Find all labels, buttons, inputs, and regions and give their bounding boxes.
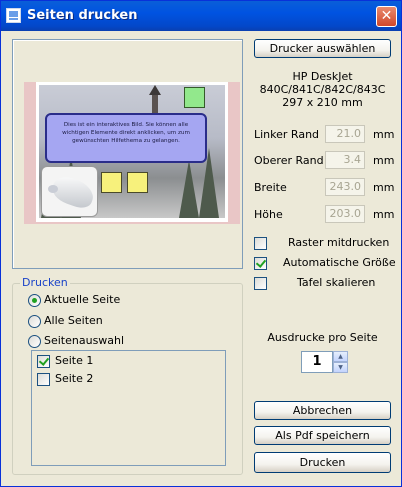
height-label: Höhe: [254, 208, 283, 221]
pages-per-sheet-label: Ausdrucke pro Seite: [267, 331, 378, 344]
radio-aktuelle-seite-label[interactable]: Aktuelle Seite: [44, 293, 120, 306]
printer-model: 840C/841C/842C/843C: [259, 83, 386, 96]
radio-aktuelle-seite[interactable]: [28, 294, 41, 307]
left-margin-unit: mm: [373, 128, 395, 141]
tafel-checkbox[interactable]: [254, 277, 267, 290]
top-margin-label: Oberer Rand: [254, 154, 324, 167]
top-margin-field: 3.4: [325, 151, 365, 169]
spin-up-icon[interactable]: ▲: [333, 351, 348, 362]
autosize-label[interactable]: Automatische Größe: [283, 256, 396, 269]
print-dialog-icon: [6, 8, 21, 23]
raster-label[interactable]: Raster mitdrucken: [288, 236, 389, 249]
select-printer-button[interactable]: Drucker auswählen: [254, 39, 391, 58]
paper-size: 297 x 210 mm: [282, 96, 363, 109]
left-margin-label: Linker Rand: [254, 128, 320, 141]
preview-yellow-square: [101, 172, 122, 193]
height-unit: mm: [373, 208, 395, 221]
close-button[interactable]: ✕: [376, 6, 397, 27]
radio-seitenauswahl-label[interactable]: Seitenauswahl: [44, 334, 124, 347]
width-unit: mm: [373, 181, 395, 194]
page-selection-list[interactable]: [31, 350, 226, 466]
print-button[interactable]: Drucken: [254, 452, 391, 473]
printer-name: HP DeskJet: [292, 70, 353, 83]
radio-seitenauswahl[interactable]: [28, 335, 41, 348]
pages-per-sheet-field[interactable]: 1: [301, 351, 333, 373]
raster-checkbox[interactable]: [254, 237, 267, 250]
top-margin-unit: mm: [373, 154, 395, 167]
page-2-label[interactable]: Seite 2: [55, 372, 93, 385]
cancel-button[interactable]: Abbrechen: [254, 401, 391, 420]
width-label: Breite: [254, 181, 287, 194]
preview-green-square: [184, 87, 205, 108]
autosize-checkbox[interactable]: [254, 257, 267, 270]
page-1-checkbox[interactable]: [37, 355, 50, 368]
page-2-checkbox[interactable]: [37, 373, 50, 386]
window-title: Seiten drucken: [27, 8, 138, 23]
radio-alle-seiten-label[interactable]: Alle Seiten: [44, 314, 103, 327]
preview-mouse-image: [41, 166, 98, 217]
preview-info-box: Dies ist ein interaktives Bild. Sie könn…: [45, 113, 207, 163]
title-bar[interactable]: Seiten drucken ✕: [1, 1, 401, 31]
left-margin-field: 21.0: [325, 125, 365, 143]
page-1-label[interactable]: Seite 1: [55, 354, 93, 367]
drucken-legend: Drucken: [20, 276, 70, 289]
height-field: 203.0: [325, 205, 365, 223]
tree-shape: [179, 160, 199, 218]
width-field: 243.0: [325, 178, 365, 196]
save-pdf-button[interactable]: Als Pdf speichern: [254, 426, 391, 445]
spin-down-icon[interactable]: ▼: [333, 362, 348, 373]
radio-alle-seiten[interactable]: [28, 315, 41, 328]
preview-yellow-square: [127, 172, 148, 193]
tafel-label[interactable]: Tafel skalieren: [297, 276, 375, 289]
